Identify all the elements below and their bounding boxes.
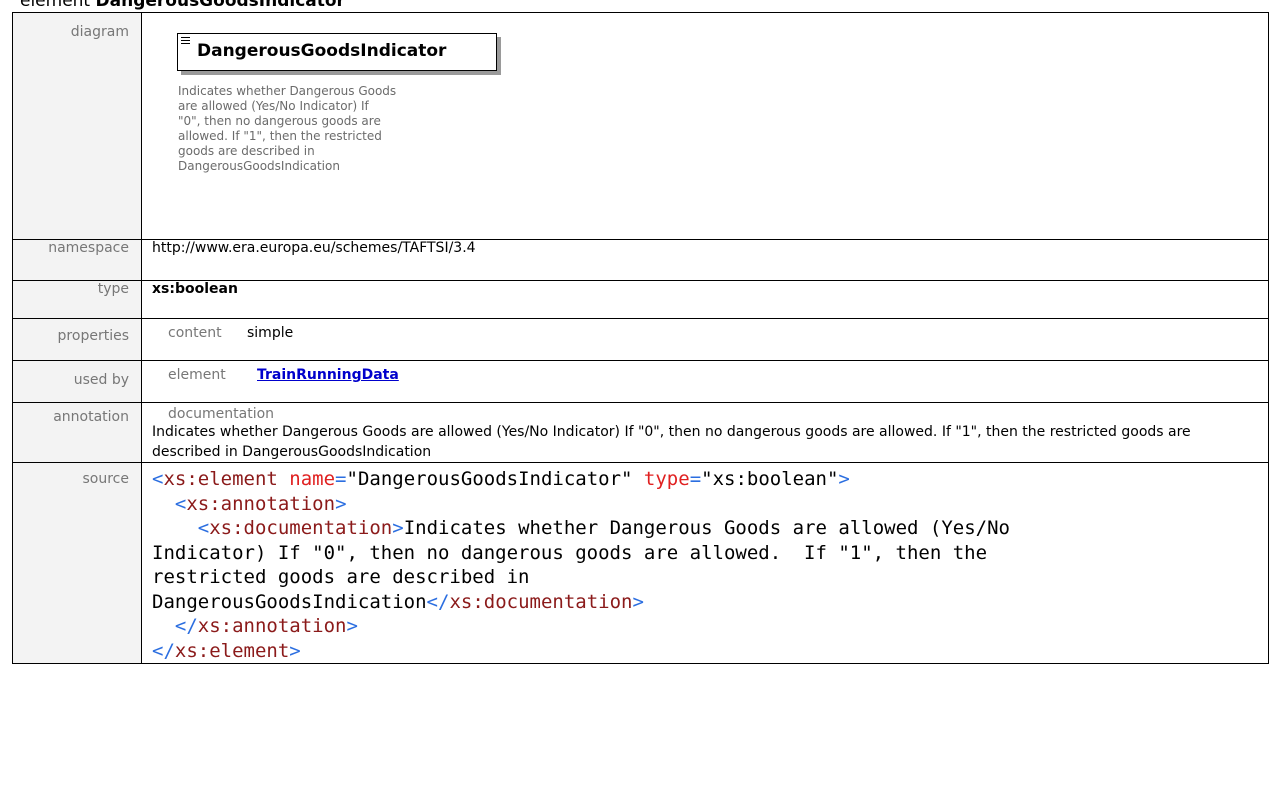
source-code: <xs:element name="DangerousGoodsIndicato… — [152, 468, 1010, 662]
source-cell: <xs:element name="DangerousGoodsIndicato… — [141, 462, 1269, 664]
diagram-doc-line: are allowed (Yes/No Indicator) If — [178, 99, 369, 113]
documentation-lines-icon — [181, 37, 190, 45]
properties-cell: content simple — [141, 318, 1269, 361]
diagram-cell: DangerousGoodsIndicator Indicates whethe… — [141, 12, 1269, 240]
diagram-doc-line: goods are described in — [178, 144, 315, 158]
label-namespace: namespace — [12, 239, 142, 281]
used-by-cell: element TrainRunningData — [141, 360, 1269, 403]
type-value-text: xs:boolean — [152, 281, 238, 297]
annotation-cell: documentation Indicates whether Dangerou… — [141, 402, 1269, 463]
annotation-documentation-text: Indicates whether Dangerous Goods are al… — [152, 424, 1191, 460]
row-namespace: namespace http://www.era.europa.eu/schem… — [12, 239, 1269, 281]
type-value: xs:boolean — [141, 280, 1269, 319]
used-by-link-trainrunningdata[interactable]: TrainRunningData — [257, 367, 399, 383]
diagram-documentation: Indicates whether Dangerous Goods are al… — [178, 84, 488, 174]
page-heading: element DangerousGoodsIndicator — [20, 0, 345, 12]
label-properties: properties — [12, 318, 142, 361]
element-diagram-box: DangerousGoodsIndicator — [177, 33, 497, 71]
row-source: source <xs:element name="DangerousGoodsI… — [12, 462, 1269, 664]
property-key: content — [168, 325, 222, 341]
label-type: type — [12, 280, 142, 319]
label-annotation: annotation — [12, 402, 142, 463]
namespace-value: http://www.era.europa.eu/schemes/TAFTSI/… — [141, 239, 1269, 281]
diagram-doc-line: DangerousGoodsIndication — [178, 159, 340, 173]
heading-prefix: element — [20, 0, 91, 11]
diagram-doc-line: allowed. If "1", then the restricted — [178, 129, 382, 143]
row-properties: properties content simple — [12, 318, 1269, 361]
used-by-entry: element TrainRunningData — [152, 361, 1268, 383]
label-source: source — [12, 462, 142, 664]
diagram-element-name: DangerousGoodsIndicator — [197, 41, 447, 61]
heading-element-name: DangerousGoodsIndicator — [95, 0, 345, 11]
label-diagram: diagram — [12, 12, 142, 240]
row-annotation: annotation documentation Indicates wheth… — [12, 402, 1269, 463]
property-value: simple — [247, 325, 294, 341]
annotation-documentation-key: documentation — [168, 406, 275, 422]
diagram-doc-line: Indicates whether Dangerous Goods — [178, 84, 397, 98]
row-type: type xs:boolean — [12, 280, 1269, 319]
used-by-kind: element — [168, 367, 226, 383]
row-diagram: diagram DangerousGoodsIndicator Indicate… — [12, 12, 1269, 240]
property-content: content simple — [152, 319, 1268, 341]
diagram-doc-line: "0", then no dangerous goods are — [178, 114, 381, 128]
label-used-by: used by — [12, 360, 142, 403]
row-used-by: used by element TrainRunningData — [12, 360, 1269, 403]
element-doc-table: diagram DangerousGoodsIndicator Indicate… — [12, 12, 1269, 664]
